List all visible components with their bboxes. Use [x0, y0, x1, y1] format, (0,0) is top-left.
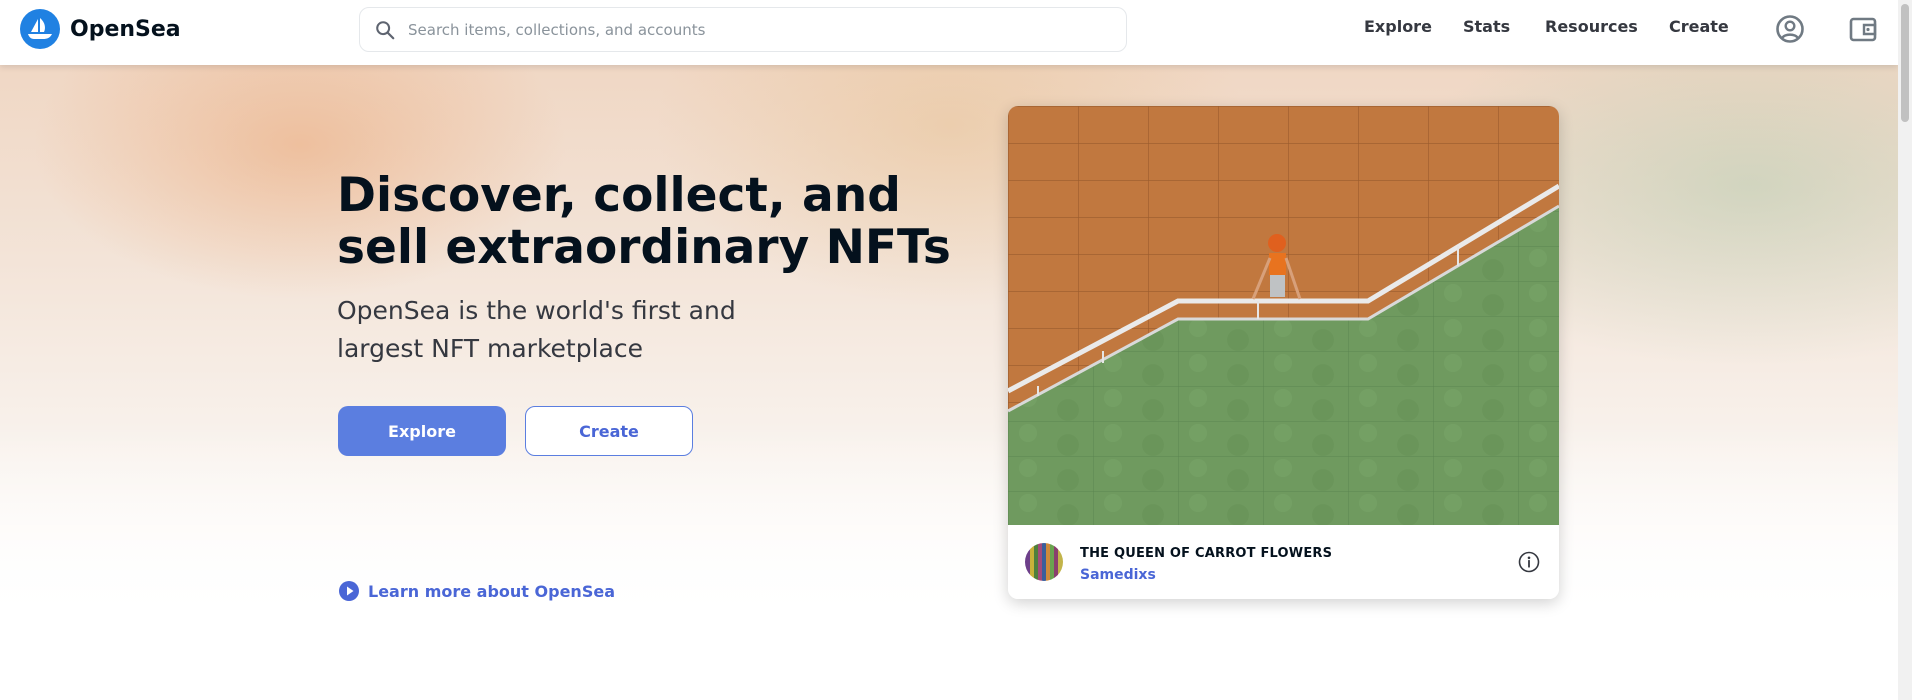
learn-more-link[interactable]: Learn more about OpenSea: [338, 580, 615, 602]
creator-avatar[interactable]: [1025, 543, 1063, 581]
wallet-icon[interactable]: [1847, 13, 1879, 45]
hero-headline: Discover, collect, and sell extraordinar…: [337, 168, 951, 275]
opensea-logo[interactable]: OpenSea: [20, 9, 181, 49]
nav-explore[interactable]: Explore: [1364, 17, 1432, 36]
opensea-ship-icon: [20, 9, 60, 49]
create-button[interactable]: Create: [525, 406, 693, 456]
nav-stats[interactable]: Stats: [1463, 17, 1510, 36]
top-nav-bar: OpenSea Explore Stats Resources Create: [0, 0, 1898, 65]
hero-subheadline: OpenSea is the world's first and largest…: [337, 296, 736, 363]
brand-name: OpenSea: [70, 16, 181, 42]
featured-nft-card[interactable]: THE QUEEN OF CARROT FLOWERS Samedixs: [1008, 106, 1559, 599]
account-icon[interactable]: [1774, 13, 1806, 45]
nav-create[interactable]: Create: [1669, 17, 1729, 36]
search-bar[interactable]: [359, 7, 1127, 52]
nav-resources[interactable]: Resources: [1545, 17, 1638, 36]
scrollbar-thumb[interactable]: [1901, 4, 1909, 122]
search-icon: [376, 20, 395, 39]
nft-title: THE QUEEN OF CARROT FLOWERS: [1080, 546, 1333, 561]
search-input[interactable]: [408, 20, 1108, 39]
page-scrollbar[interactable]: [1898, 0, 1912, 700]
explore-button[interactable]: Explore: [338, 406, 506, 456]
learn-more-text: Learn more about OpenSea: [368, 581, 615, 601]
hero-background: [0, 65, 1898, 625]
play-circle-icon: [339, 581, 359, 601]
info-icon[interactable]: [1518, 551, 1540, 573]
nft-creator-link[interactable]: Samedixs: [1080, 567, 1156, 583]
card-footer: THE QUEEN OF CARROT FLOWERS Samedixs: [1008, 525, 1559, 599]
featured-nft-image: [1008, 106, 1559, 525]
